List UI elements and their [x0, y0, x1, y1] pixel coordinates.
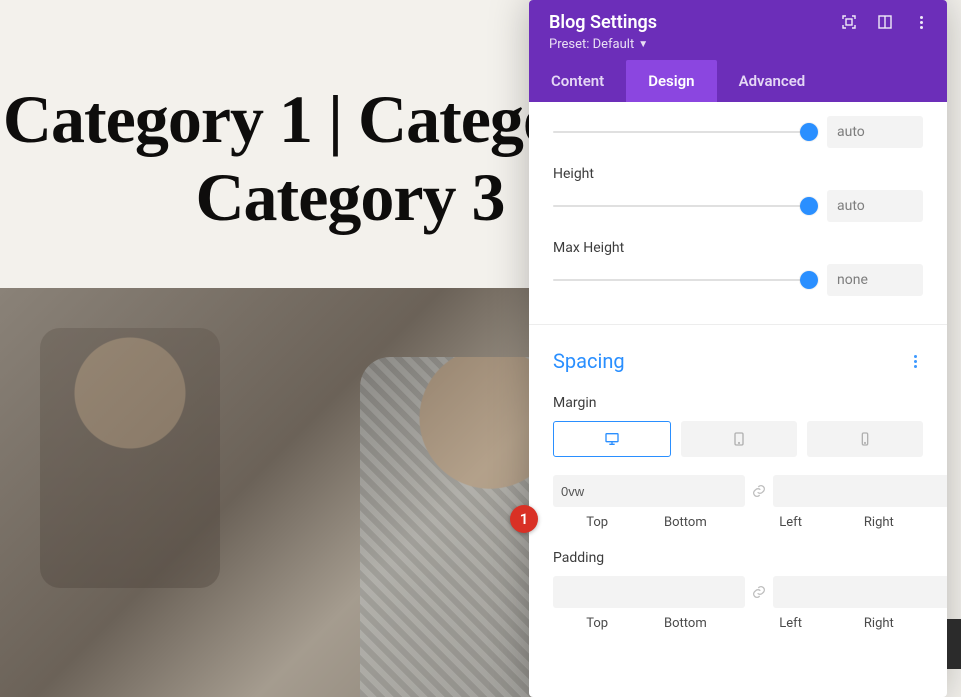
- link-icon[interactable]: [747, 475, 771, 507]
- padding-bottom-input[interactable]: [773, 576, 947, 608]
- side-label-top: Top: [553, 616, 641, 631]
- device-tab-tablet[interactable]: [681, 421, 797, 457]
- tab-advanced[interactable]: Advanced: [717, 60, 828, 102]
- side-label-left: Left: [747, 616, 835, 631]
- padding-top-input[interactable]: [553, 576, 745, 608]
- margin-top-input[interactable]: [553, 475, 745, 507]
- caret-down-icon: ▼: [638, 39, 648, 50]
- width-slider-row: auto: [553, 116, 923, 148]
- side-label-left: Left: [747, 515, 835, 530]
- side-label-right: Right: [835, 515, 923, 530]
- blog-settings-panel: Blog Settings Preset: Default ▼ Content …: [529, 0, 947, 697]
- height-label: Height: [553, 166, 923, 182]
- device-tab-desktop[interactable]: [553, 421, 671, 457]
- preset-label: Preset: Default: [549, 37, 634, 52]
- margin-grid: Top Bottom Left Right: [553, 475, 923, 530]
- panel-header-actions: [841, 14, 929, 30]
- margin-label: Margin: [553, 395, 923, 411]
- device-tabs: [553, 421, 923, 457]
- link-icon[interactable]: [747, 576, 771, 608]
- width-slider[interactable]: [553, 122, 809, 142]
- height-value[interactable]: auto: [827, 190, 923, 222]
- padding-label: Padding: [553, 550, 923, 566]
- more-menu-icon[interactable]: [913, 14, 929, 30]
- device-tab-phone[interactable]: [807, 421, 923, 457]
- panel-body: auto Height auto Max Height none Spacing: [529, 102, 947, 697]
- max-height-slider[interactable]: [553, 270, 809, 290]
- spacing-menu-icon[interactable]: [907, 353, 923, 369]
- width-value[interactable]: auto: [827, 116, 923, 148]
- height-control: Height auto: [553, 166, 923, 222]
- spacing-section-header[interactable]: Spacing: [553, 349, 923, 373]
- panel-header: Blog Settings Preset: Default ▼: [529, 0, 947, 60]
- annotation-badge-1: 1: [510, 505, 538, 533]
- tab-design[interactable]: Design: [626, 60, 716, 102]
- side-label-top: Top: [553, 515, 641, 530]
- tab-content[interactable]: Content: [529, 60, 626, 102]
- preset-selector[interactable]: Preset: Default ▼: [549, 37, 648, 52]
- max-height-value[interactable]: none: [827, 264, 923, 296]
- side-label-bottom: Bottom: [641, 515, 729, 530]
- panel-tabs: Content Design Advanced: [529, 60, 947, 102]
- max-height-control: Max Height none: [553, 240, 923, 296]
- columns-icon[interactable]: [877, 14, 893, 30]
- side-label-right: Right: [835, 616, 923, 631]
- spacing-title: Spacing: [553, 349, 625, 373]
- expand-icon[interactable]: [841, 14, 857, 30]
- max-height-label: Max Height: [553, 240, 923, 256]
- right-edge-strip: [947, 619, 961, 669]
- padding-grid: Top Bottom Left Right: [553, 576, 923, 631]
- section-divider: [529, 324, 947, 325]
- height-slider[interactable]: [553, 196, 809, 216]
- side-label-bottom: Bottom: [641, 616, 729, 631]
- margin-bottom-input[interactable]: [773, 475, 947, 507]
